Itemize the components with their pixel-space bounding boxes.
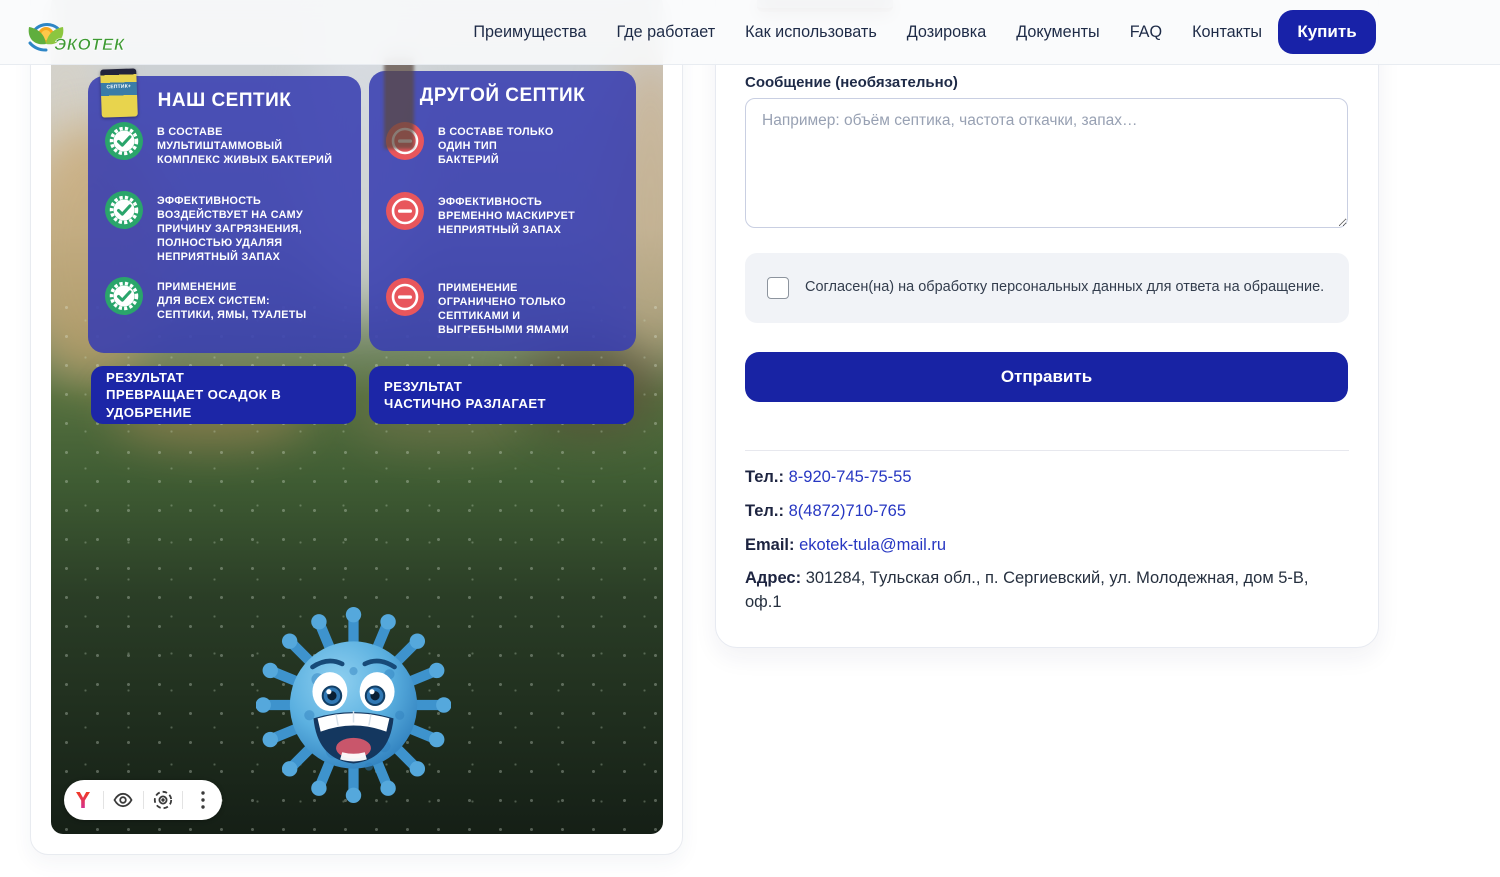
email-row: Email: ekotek-tula@mail.ru (745, 534, 1349, 558)
nav-item-advantages[interactable]: Преимущества (473, 23, 586, 42)
product-sachet-image: СЕПТИК+ (100, 68, 138, 117)
divider (745, 450, 1349, 451)
check-badge-icon (104, 276, 144, 316)
sachet-label: СЕПТИК+ (103, 83, 135, 90)
our-item-text: ПРИМЕНЕНИЕ ДЛЯ ВСЕХ СИСТЕМ: СЕПТИКИ, ЯМЫ… (157, 276, 306, 322)
ekotek-logo[interactable]: ЭКОТЕК (22, 9, 142, 57)
nav-item-documents[interactable]: Документы (1016, 23, 1099, 42)
our-item-2: ЭФФЕКТИВНОСТЬ ВОЗДЕЙСТВУЕТ НА САМУ ПРИЧИ… (104, 190, 349, 264)
other-item-3: ПРИМЕНЕНИЕ ОГРАНИЧЕНО ТОЛЬКО СЕПТИКАМИ И… (385, 277, 624, 337)
bacteria-mascot-image (256, 605, 451, 805)
our-item-1: В СОСТАВЕ МУЛЬТИШТАММОВЫЙ КОМПЛЕКС ЖИВЫХ… (104, 121, 349, 167)
phone-label: Тел.: (745, 468, 784, 486)
comparison-media-card: НАШ СЕПТИК В СОСТАВЕ МУЛЬТИШТАММОВЫЙ КОМ… (30, 0, 683, 855)
check-badge-icon (104, 121, 144, 161)
other-item-text: ЭФФЕКТИВНОСТЬ ВРЕМЕННО МАСКИРУЕТ НЕПРИЯТ… (438, 191, 575, 237)
other-result-banner: РЕЗУЛЬТАТ ЧАСТИЧНО РАЗЛАГАЕТ (369, 366, 634, 424)
consent-box: Согласен(на) на обработку персональных д… (745, 253, 1349, 323)
submit-button[interactable]: Отправить (745, 352, 1348, 402)
our-septic-panel: НАШ СЕПТИК В СОСТАВЕ МУЛЬТИШТАММОВЫЙ КОМ… (88, 76, 361, 353)
nav-item-contacts[interactable]: Контакты (1192, 23, 1262, 42)
main-nav: Преимущества Где работает Как использова… (473, 0, 1262, 65)
photo-chimney (384, 57, 414, 149)
our-item-3: ПРИМЕНЕНИЕ ДЛЯ ВСЕХ СИСТЕМ: СЕПТИКИ, ЯМЫ… (104, 276, 349, 322)
address-value: 301284, Тульская обл., п. Сергиевский, у… (745, 569, 1309, 611)
message-input[interactable] (745, 98, 1348, 228)
address-label: Адрес: (745, 569, 801, 587)
phone-label: Тел.: (745, 502, 784, 520)
nav-item-how-to-use[interactable]: Как использовать (745, 23, 877, 42)
buy-button[interactable]: Купить (1278, 10, 1376, 54)
our-result-banner: РЕЗУЛЬТАТ ПРЕВРАЩАЕТ ОСАДОК В УДОБРЕНИЕ (91, 366, 356, 424)
toolbar-divider (143, 791, 144, 809)
phone-row-1: Тел.: 8-920-745-75-55 (745, 466, 1349, 490)
check-badge-icon (104, 190, 144, 230)
toolbar-divider (103, 791, 104, 809)
consent-checkbox[interactable] (767, 277, 789, 299)
address-row: Адрес: 301284, Тульская обл., п. Сергиев… (745, 567, 1349, 615)
other-item-1: В СОСТАВЕ ТОЛЬКО ОДИН ТИП БАКТЕРИЙ (385, 121, 624, 167)
logo-text: ЭКОТЕК (54, 35, 126, 54)
consent-label: Согласен(на) на обработку персональных д… (805, 277, 1324, 299)
nav-item-faq[interactable]: FAQ (1130, 23, 1162, 42)
contact-form-card: Сообщение (необязательно) Согласен(на) н… (715, 0, 1379, 648)
smart-camera-icon[interactable] (151, 788, 175, 812)
other-item-text: В СОСТАВЕ ТОЛЬКО ОДИН ТИП БАКТЕРИЙ (438, 121, 554, 167)
nav-item-dosage[interactable]: Дозировка (907, 23, 986, 42)
site-header: ЭКОТЕК Преимущества Где работает Как исп… (0, 0, 1500, 65)
our-item-text: В СОСТАВЕ МУЛЬТИШТАММОВЫЙ КОМПЛЕКС ЖИВЫХ… (157, 121, 349, 167)
other-item-text: ПРИМЕНЕНИЕ ОГРАНИЧЕНО ТОЛЬКО СЕПТИКАМИ И… (438, 277, 569, 337)
yandex-browser-icon[interactable] (71, 788, 95, 812)
eye-icon[interactable] (111, 788, 135, 812)
toolbar-divider (182, 791, 183, 809)
phone-link-1[interactable]: 8-920-745-75-55 (789, 468, 912, 486)
email-label: Email: (745, 536, 795, 554)
minus-badge-icon (385, 191, 425, 231)
nav-item-where-works[interactable]: Где работает (616, 23, 715, 42)
email-link[interactable]: ekotek-tula@mail.ru (799, 536, 946, 554)
page: НАШ СЕПТИК В СОСТАВЕ МУЛЬТИШТАММОВЫЙ КОМ… (0, 0, 1500, 877)
message-label: Сообщение (необязательно) (745, 74, 958, 91)
phone-link-2[interactable]: 8(4872)710-765 (789, 502, 906, 520)
media-toolbar (64, 780, 222, 820)
our-item-text: ЭФФЕКТИВНОСТЬ ВОЗДЕЙСТВУЕТ НА САМУ ПРИЧИ… (157, 190, 303, 264)
more-options-icon[interactable] (191, 788, 215, 812)
comparison-image: НАШ СЕПТИК В СОСТАВЕ МУЛЬТИШТАММОВЫЙ КОМ… (51, 0, 663, 834)
other-item-2: ЭФФЕКТИВНОСТЬ ВРЕМЕННО МАСКИРУЕТ НЕПРИЯТ… (385, 191, 624, 237)
minus-badge-icon (385, 277, 425, 317)
phone-row-2: Тел.: 8(4872)710-765 (745, 500, 1349, 524)
